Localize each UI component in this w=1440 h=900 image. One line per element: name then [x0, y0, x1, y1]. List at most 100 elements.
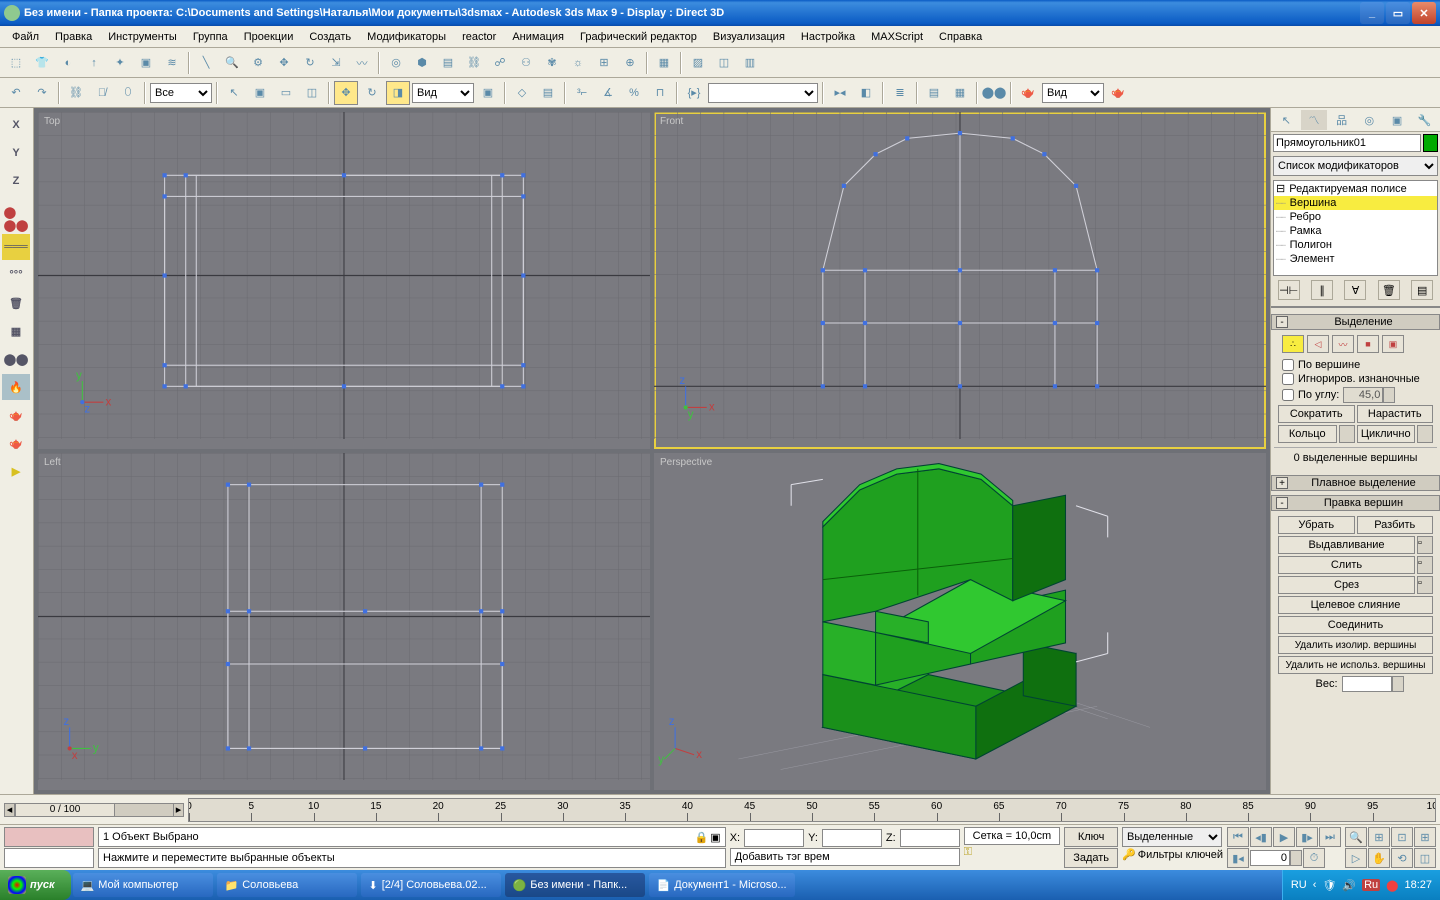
pyramid-icon[interactable]: ▣: [134, 51, 158, 75]
layers-icon[interactable]: ≣: [888, 81, 912, 105]
subobj-border-icon[interactable]: 〰: [1332, 335, 1354, 353]
motion-icon[interactable]: ✾: [540, 51, 564, 75]
prev-frame-icon[interactable]: ◂▮: [1250, 827, 1272, 847]
tray-rec-icon[interactable]: ⬤: [1386, 879, 1398, 892]
break-button[interactable]: Разбить: [1357, 516, 1434, 534]
ik-icon[interactable]: ⊕: [618, 51, 642, 75]
menu-views[interactable]: Проекции: [236, 29, 302, 45]
menu-file[interactable]: Файл: [4, 29, 47, 45]
menu-reactor[interactable]: reactor: [454, 29, 504, 45]
rollout-softsel-header[interactable]: +Плавное выделение: [1271, 475, 1440, 491]
minimize-button[interactable]: _: [1360, 2, 1384, 24]
select-manip-icon[interactable]: ◇: [510, 81, 534, 105]
collection-icon[interactable]: ⬚: [4, 51, 28, 75]
undo-icon[interactable]: ↶: [4, 81, 28, 105]
loop-spinner[interactable]: [1417, 425, 1433, 443]
add-time-tag[interactable]: Добавить тэг врем: [730, 848, 960, 866]
stack-border[interactable]: ┈┈Рамка: [1274, 224, 1437, 238]
maximize-button[interactable]: ▭: [1386, 2, 1410, 24]
angle-input[interactable]: [1343, 387, 1383, 403]
zoom-extents-all-icon[interactable]: ⊞: [1414, 827, 1436, 847]
stack-vertex[interactable]: ┈┈Вершина: [1274, 196, 1437, 210]
scale-icon[interactable]: ⇲: [324, 51, 348, 75]
menu-modifiers[interactable]: Модификаторы: [359, 29, 454, 45]
remove-button[interactable]: Убрать: [1278, 516, 1355, 534]
time-ruler[interactable]: 0510152025303540455055606570758085909510…: [188, 798, 1436, 822]
reactor-trash-icon[interactable]: 🗑: [2, 290, 30, 316]
weight-input[interactable]: [1342, 676, 1392, 692]
align-icon[interactable]: ◧: [854, 81, 878, 105]
time-config-icon[interactable]: ⏱: [1303, 848, 1325, 868]
key-prev-icon[interactable]: ▮◂: [1227, 848, 1249, 868]
weight-spinner[interactable]: [1392, 676, 1404, 692]
show-end-icon[interactable]: ∥: [1311, 280, 1333, 300]
systray[interactable]: RU ‹ 🛡 🔊 Ru ⬤ 18:27: [1282, 870, 1440, 900]
zoom-extents-icon[interactable]: ⊡: [1391, 827, 1413, 847]
arrow-up-icon[interactable]: ↑: [82, 51, 106, 75]
wand-icon[interactable]: ╲: [194, 51, 218, 75]
pin-stack-icon[interactable]: ⊣⊢: [1278, 280, 1300, 300]
rollout-editverts-header[interactable]: -Правка вершин: [1271, 495, 1440, 511]
render-scene-icon[interactable]: 🫖: [1016, 81, 1040, 105]
reactor-tex-icon[interactable]: ▦: [2, 318, 30, 344]
target-weld-button[interactable]: Целевое слияние: [1278, 596, 1433, 614]
by-angle-checkbox[interactable]: [1282, 389, 1294, 401]
link-icon[interactable]: ⛓: [64, 81, 88, 105]
snap-toggle-icon[interactable]: ³⌐: [570, 81, 594, 105]
maxscript-mini-listener[interactable]: [4, 827, 94, 847]
move-icon[interactable]: ✥: [272, 51, 296, 75]
maxscript-output[interactable]: [4, 848, 94, 868]
database-icon[interactable]: ≋: [160, 51, 184, 75]
stack-element[interactable]: ┈┈Элемент: [1274, 252, 1437, 266]
autokey-button[interactable]: Ключ: [1064, 827, 1118, 847]
reactor-play-icon[interactable]: ▶: [2, 458, 30, 484]
menu-edit[interactable]: Правка: [47, 29, 100, 45]
by-vertex-checkbox[interactable]: [1282, 359, 1294, 371]
unique-icon[interactable]: ∀: [1344, 280, 1366, 300]
task-mycomputer[interactable]: 💻Мой компьютер: [73, 873, 213, 897]
named-sets-icon[interactable]: {▸}: [682, 81, 706, 105]
task-word[interactable]: 📄Документ1 - Microso...: [649, 873, 795, 897]
weld-settings-icon[interactable]: ▫: [1417, 556, 1433, 574]
configure-icon[interactable]: ▤: [1411, 280, 1433, 300]
rotate-tool-icon[interactable]: ↻: [360, 81, 384, 105]
viewport-top[interactable]: Top xyz: [38, 112, 650, 449]
subobj-vertex-icon[interactable]: ∴: [1282, 335, 1304, 353]
play-icon[interactable]: ▶: [1273, 827, 1295, 847]
maximize-viewport-icon[interactable]: ◫: [1414, 848, 1436, 868]
start-button[interactable]: пуск: [0, 870, 71, 900]
reactor-chain-icon[interactable]: °°°: [2, 262, 30, 288]
close-button[interactable]: ✕: [1412, 2, 1436, 24]
stack-root[interactable]: ⊟Редактируемая полисе: [1274, 181, 1437, 196]
percent-snap-icon[interactable]: %: [622, 81, 646, 105]
tab-utilities-icon[interactable]: 🔧: [1411, 110, 1438, 130]
reactor-balls-icon[interactable]: ⬤⬤: [2, 346, 30, 372]
human-icon[interactable]: ⚇: [514, 51, 538, 75]
remove-mod-icon[interactable]: 🗑: [1378, 280, 1400, 300]
menu-animation[interactable]: Анимация: [504, 29, 572, 45]
frame-input[interactable]: [1250, 850, 1290, 866]
ring-spinner[interactable]: [1339, 425, 1355, 443]
keymode-icon[interactable]: ▤: [536, 81, 560, 105]
setkey-button[interactable]: Задать: [1064, 848, 1118, 868]
key-filter-select[interactable]: Выделенные: [1122, 827, 1222, 847]
schematic2-icon[interactable]: ▦: [948, 81, 972, 105]
ring-button[interactable]: Кольцо: [1278, 425, 1337, 443]
redo-icon[interactable]: ↷: [30, 81, 54, 105]
tube-icon[interactable]: ⬢: [410, 51, 434, 75]
viewport-perspective[interactable]: Perspective: [654, 453, 1266, 790]
tab-create-icon[interactable]: ↖: [1273, 110, 1300, 130]
frame-spinner[interactable]: [1290, 850, 1302, 866]
next-frame-icon[interactable]: ▮▸: [1296, 827, 1318, 847]
rotate-icon[interactable]: ↻: [298, 51, 322, 75]
menu-group[interactable]: Группа: [185, 29, 236, 45]
bipedlink-icon[interactable]: ☼: [566, 51, 590, 75]
render-preset-select[interactable]: Вид: [1042, 83, 1104, 103]
y-input[interactable]: [822, 829, 882, 847]
goto-start-icon[interactable]: ⏮: [1227, 827, 1249, 847]
select-name-icon[interactable]: ▣: [248, 81, 272, 105]
axis-y-button[interactable]: Y: [2, 140, 30, 166]
material-editor-icon[interactable]: ⬤⬤: [982, 81, 1006, 105]
wave-icon[interactable]: 〰: [350, 51, 374, 75]
film-icon[interactable]: ▥: [738, 51, 762, 75]
